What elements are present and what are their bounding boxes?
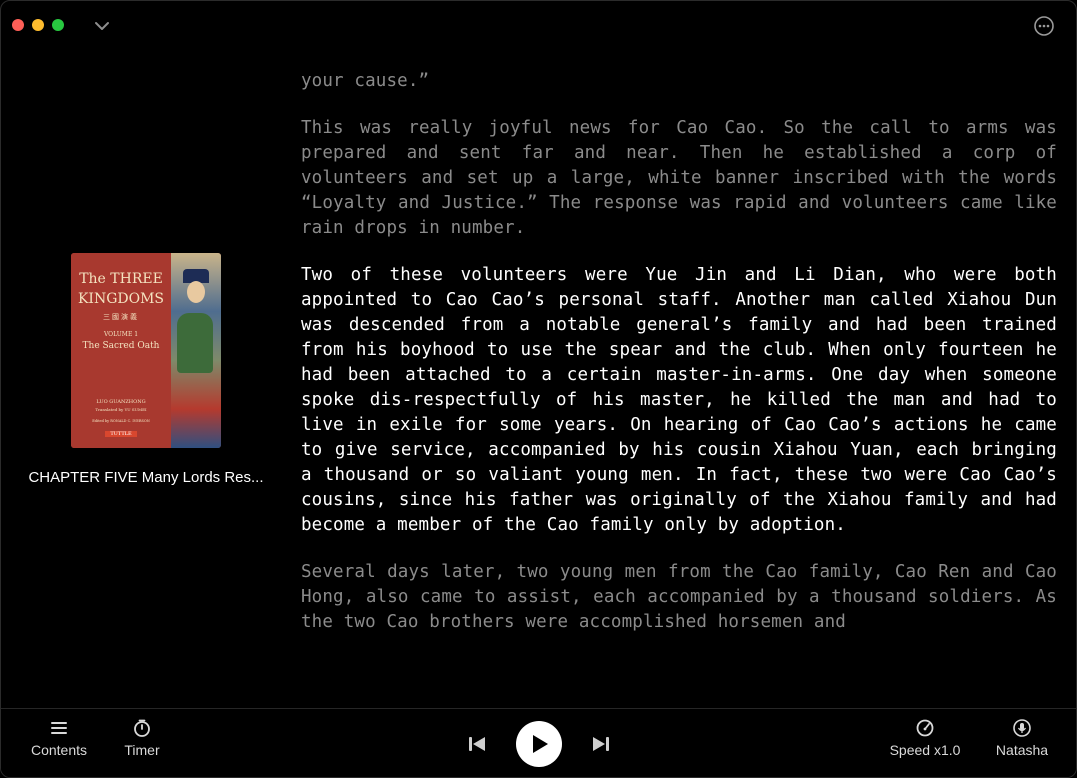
ellipsis-circle-icon[interactable]	[1033, 15, 1055, 37]
contents-button[interactable]: Contents	[23, 718, 95, 758]
cover-publisher: TUTTLE	[105, 431, 137, 437]
cover-figure-face	[187, 281, 205, 303]
chevron-down-icon[interactable]	[93, 17, 111, 35]
paragraph: your cause.”	[301, 71, 430, 91]
voice-label: Natasha	[995, 742, 1049, 758]
cover-chinese-title: 三國演義	[103, 313, 139, 321]
cover-title-line2: KINGDOMS	[77, 291, 165, 307]
cover-title-line1: The THREE	[79, 271, 163, 287]
speed-label: Speed x1.0	[889, 742, 961, 758]
timer-icon	[134, 719, 150, 737]
timer-button[interactable]: Timer	[113, 718, 171, 758]
close-window-button[interactable]	[12, 19, 24, 31]
cover-figure-robe	[177, 313, 213, 373]
list-icon	[51, 722, 67, 734]
book-cover[interactable]: The THREE KINGDOMS 三國演義 VOLUME 1 The Sac…	[71, 253, 221, 448]
paragraph: This was really joyful news for Cao Cao.…	[301, 118, 1057, 238]
cover-subtitle: The Sacred Oath	[82, 341, 160, 351]
previous-track-icon[interactable]	[467, 735, 487, 753]
play-icon	[533, 735, 548, 753]
zoom-window-button[interactable]	[52, 19, 64, 31]
speedometer-icon	[916, 719, 934, 737]
cover-author: LUO GUANZHONG	[96, 399, 146, 405]
current-paragraph: Two of these volunteers were Yue Jin and…	[301, 265, 1057, 535]
voice-button[interactable]: Natasha	[987, 718, 1057, 758]
timer-label: Timer	[124, 742, 160, 758]
minimize-window-button[interactable]	[32, 19, 44, 31]
contents-label: Contents	[30, 742, 88, 758]
reader-text-area[interactable]: your cause.” This was really joyful news…	[301, 69, 1057, 699]
next-track-icon[interactable]	[591, 735, 611, 753]
cover-editor: Edited by RONALD C. IVERSON	[92, 419, 150, 423]
app-window: The THREE KINGDOMS 三國演義 VOLUME 1 The Sac…	[0, 0, 1077, 778]
chapter-title[interactable]: CHAPTER FIVE Many Lords Res...	[11, 469, 281, 486]
paragraph: Several days later, two young men from t…	[301, 562, 1057, 632]
cover-volume: VOLUME 1	[103, 331, 139, 338]
play-button[interactable]	[516, 721, 562, 767]
speed-button[interactable]: Speed x1.0	[879, 718, 971, 758]
cover-translator: Translated by YU SUMEI	[95, 407, 147, 412]
microphone-icon	[1013, 719, 1031, 737]
